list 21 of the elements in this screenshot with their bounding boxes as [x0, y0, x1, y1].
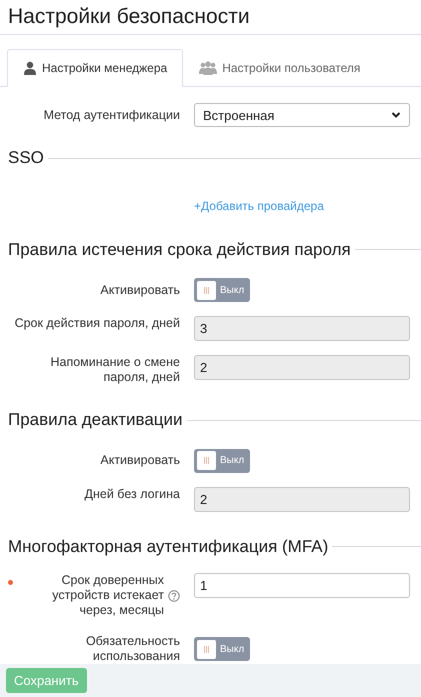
tab[interactable]: Настройки менеджера — [7, 49, 184, 88]
section-heading: SSO — [8, 147, 44, 170]
help-icon[interactable] — [168, 590, 180, 602]
section-heading: Правила истечения срока действия пароля — [8, 238, 351, 261]
field-label: Активировать — [100, 453, 180, 468]
field-label: Срок действия пароля, дней — [14, 316, 180, 332]
field-label: Метод аутентификации — [44, 108, 180, 123]
field-label: Обязательность использования — [84, 634, 180, 664]
person-icon — [23, 61, 37, 76]
field-label: Дней без логина — [84, 486, 180, 502]
field-label: Срок доверенных устройств истекает через, месяцы — [51, 573, 164, 618]
field-label: Активировать — [100, 282, 180, 298]
auth-method-select[interactable]: Встроенная — [194, 103, 410, 128]
page-title: Настройки безопасности — [8, 4, 250, 30]
section-heading: Правила деактивации — [8, 409, 183, 432]
people-icon — [199, 61, 218, 76]
field-label: Напоминание о смене пароля, дней — [49, 355, 180, 386]
chevron-down-icon — [391, 111, 401, 120]
tab[interactable]: Настройки пользователя — [183, 49, 376, 88]
input-field[interactable]: 1 — [194, 573, 410, 598]
section-heading: Многофакторная аутентификация (MFA) — [8, 536, 328, 558]
